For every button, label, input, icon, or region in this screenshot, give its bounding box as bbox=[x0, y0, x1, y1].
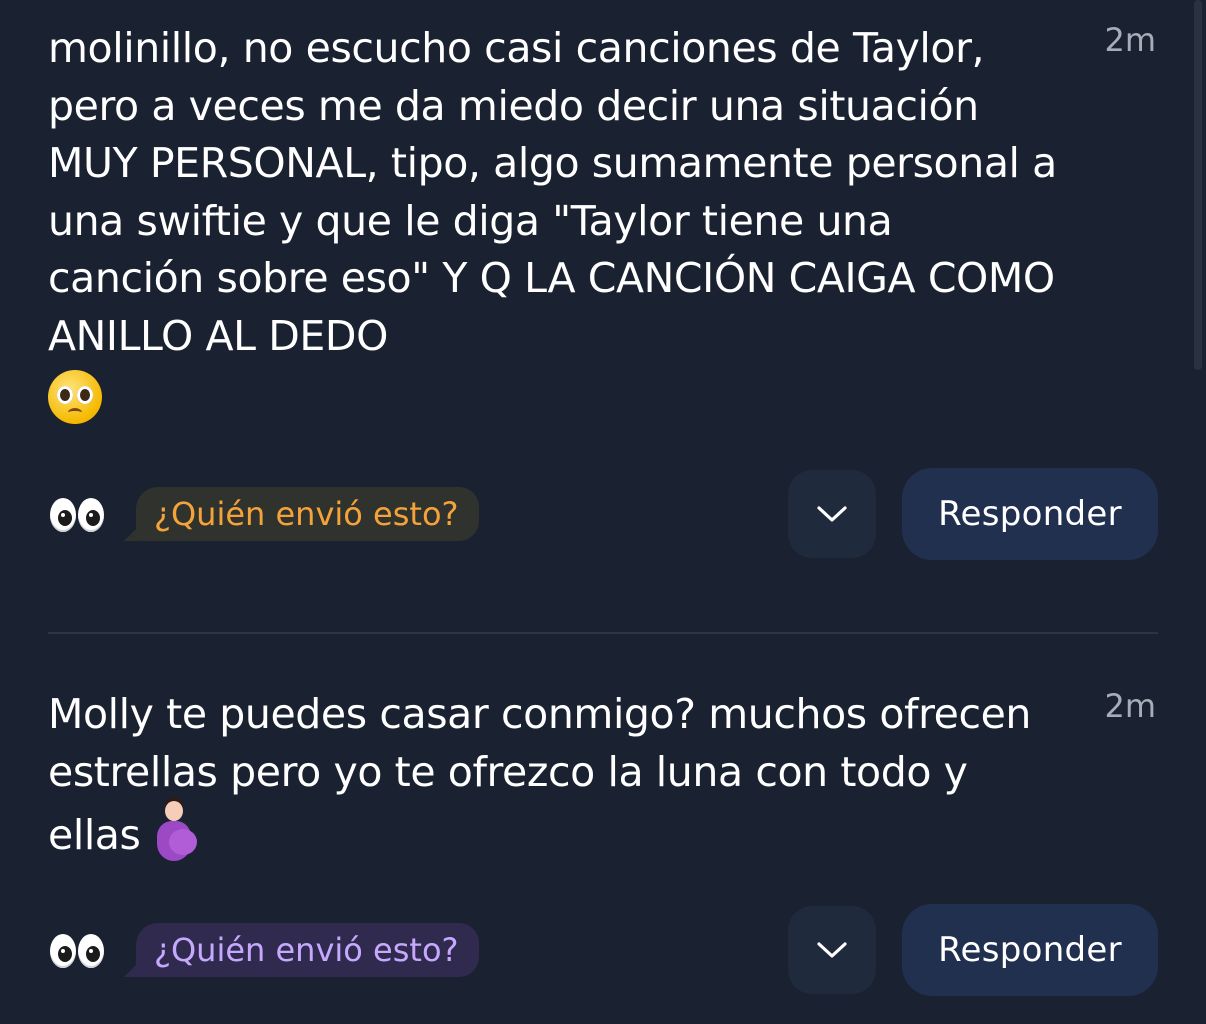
message-card: Molly te puedes casar conmigo? muchos of… bbox=[48, 686, 1158, 996]
who-sent-this-button[interactable]: ¿Quién envió esto? bbox=[124, 923, 479, 977]
pleading-face-emoji-icon bbox=[48, 370, 102, 424]
reply-button[interactable]: Responder bbox=[902, 904, 1158, 996]
message-card: molinillo, no escucho casi canciones de … bbox=[48, 20, 1158, 560]
eyes-icon bbox=[48, 934, 106, 968]
eyes-icon bbox=[48, 498, 106, 532]
chevron-down-icon bbox=[817, 506, 847, 522]
timestamp: 2m bbox=[1104, 687, 1156, 725]
expand-button[interactable] bbox=[788, 906, 876, 994]
scrollbar[interactable] bbox=[1194, 0, 1202, 370]
message-actions: ¿Quién envió esto? Responder bbox=[48, 468, 1158, 560]
inbox-feed: molinillo, no escucho casi canciones de … bbox=[0, 0, 1206, 1024]
pregnant-woman-emoji-icon bbox=[151, 801, 197, 861]
who-sent-this-button[interactable]: ¿Quién envió esto? bbox=[124, 487, 479, 541]
message-actions: ¿Quién envió esto? Responder bbox=[48, 904, 1158, 996]
message-text: Molly te puedes casar conmigo? muchos of… bbox=[48, 690, 1032, 861]
timestamp: 2m bbox=[1104, 21, 1156, 59]
expand-button[interactable] bbox=[788, 470, 876, 558]
reply-button[interactable]: Responder bbox=[902, 468, 1158, 560]
divider bbox=[48, 632, 1158, 634]
message-text: molinillo, no escucho casi canciones de … bbox=[48, 20, 1058, 424]
chevron-down-icon bbox=[817, 942, 847, 958]
